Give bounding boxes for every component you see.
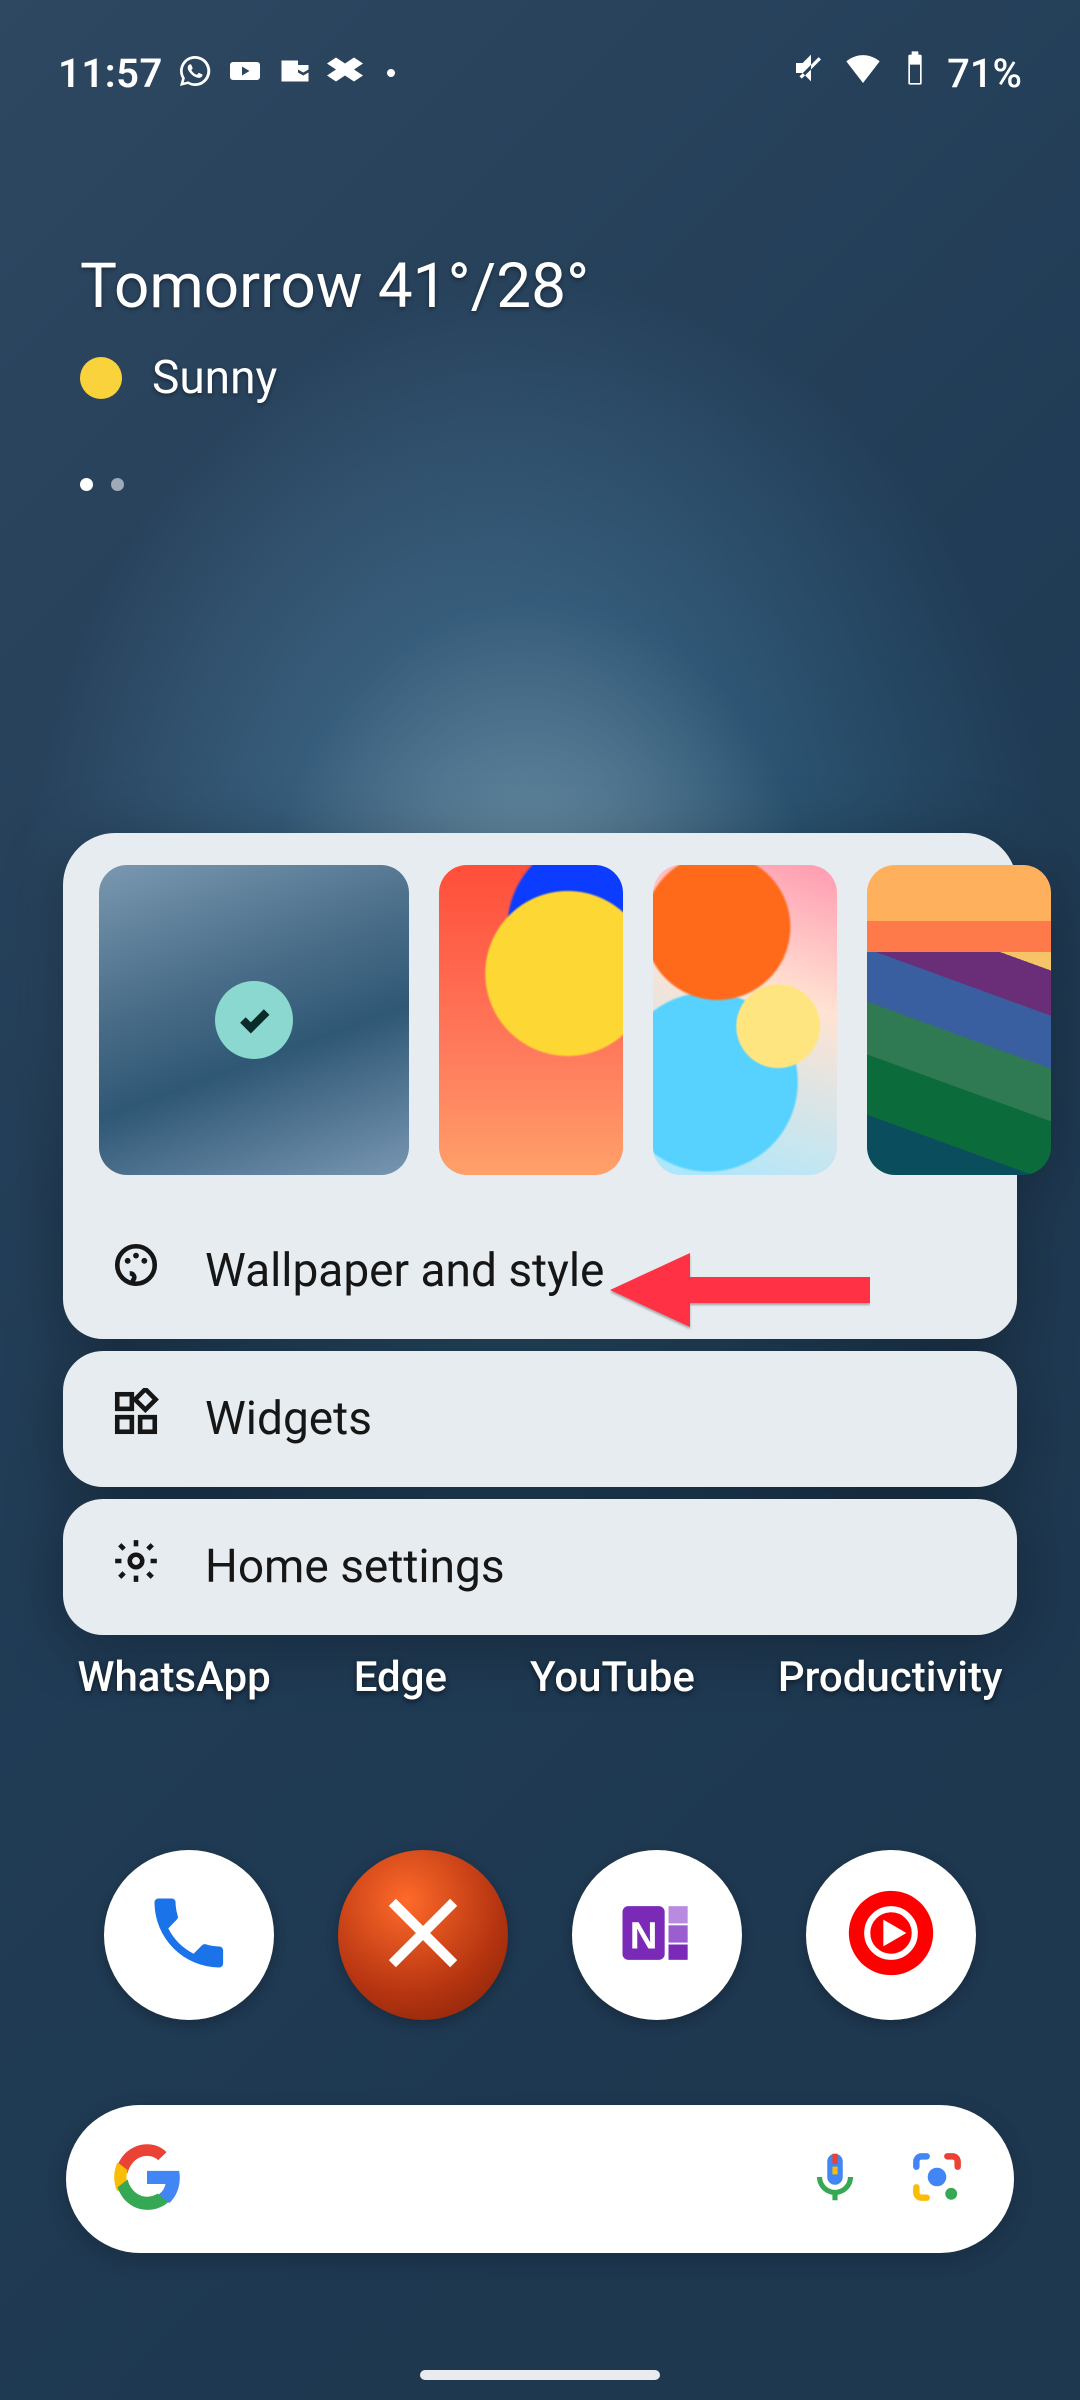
battery-percent: 71%	[947, 50, 1022, 97]
app-label-edge: Edge	[354, 1653, 447, 1702]
app-labels-row: WhatsApp Edge YouTube Productivity	[0, 1653, 1080, 1702]
menu-widgets[interactable]: Widgets	[63, 1351, 1017, 1487]
mic-icon[interactable]	[804, 2146, 866, 2212]
dropbox-icon	[327, 53, 363, 93]
wallpaper-picker-panel: Wallpaper and style	[63, 833, 1017, 1339]
menu-home-settings[interactable]: Home settings	[63, 1499, 1017, 1635]
youtube-music-icon	[845, 1887, 937, 1983]
onenote-icon: N	[611, 1887, 703, 1983]
mute-icon	[791, 48, 831, 98]
palette-icon	[111, 1240, 161, 1302]
annotation-arrow	[610, 1235, 870, 1349]
dock: N	[0, 1850, 1080, 2020]
app-label-productivity: Productivity	[778, 1653, 1003, 1702]
youtube-icon	[227, 53, 263, 93]
page-dot-active	[80, 478, 93, 491]
wallpaper-thumb-selected[interactable]	[99, 865, 409, 1175]
dock-onenote[interactable]: N	[572, 1850, 742, 2020]
dock-x[interactable]	[338, 1850, 508, 2020]
app-label-youtube: YouTube	[530, 1653, 695, 1702]
lens-icon[interactable]	[906, 2146, 968, 2212]
app-label-whatsapp: WhatsApp	[77, 1653, 270, 1702]
menu-item-label: Wallpaper and style	[205, 1244, 604, 1298]
gear-icon	[111, 1536, 161, 1598]
battery-icon	[895, 48, 935, 98]
svg-text:N: N	[630, 1914, 658, 1957]
weather-widget[interactable]: Tomorrow 41°/28° Sunny	[80, 250, 589, 405]
dock-phone[interactable]	[104, 1850, 274, 2020]
page-dot	[111, 478, 124, 491]
search-bar[interactable]	[66, 2105, 1014, 2253]
notification-overflow-icon	[387, 69, 395, 77]
check-icon	[215, 981, 293, 1059]
status-time: 11:57	[58, 50, 163, 97]
google-logo-icon	[112, 2142, 182, 2216]
outlook-icon	[277, 53, 313, 93]
weather-headline: Tomorrow 41°/28°	[80, 250, 589, 323]
x-icon	[377, 1887, 469, 1983]
wallpaper-thumb-2[interactable]	[439, 865, 623, 1175]
sun-icon	[80, 357, 122, 399]
wifi-icon	[843, 48, 883, 98]
widgets-icon	[111, 1388, 161, 1450]
home-longpress-menu: Wallpaper and style Widgets Home setting…	[63, 833, 1017, 1635]
status-bar: 11:57 71%	[0, 0, 1080, 110]
page-indicator	[80, 478, 124, 491]
menu-item-label: Widgets	[205, 1392, 372, 1446]
wallpaper-thumb-4[interactable]	[867, 865, 1051, 1175]
menu-wallpaper-and-style[interactable]: Wallpaper and style	[63, 1203, 1017, 1339]
weather-condition: Sunny	[152, 351, 277, 405]
phone-icon	[143, 1887, 235, 1983]
whatsapp-icon	[177, 53, 213, 93]
dock-youtube-music[interactable]	[806, 1850, 976, 2020]
menu-item-label: Home settings	[205, 1540, 505, 1594]
wallpaper-thumb-3[interactable]	[653, 865, 837, 1175]
gesture-nav-bar[interactable]	[420, 2370, 660, 2380]
